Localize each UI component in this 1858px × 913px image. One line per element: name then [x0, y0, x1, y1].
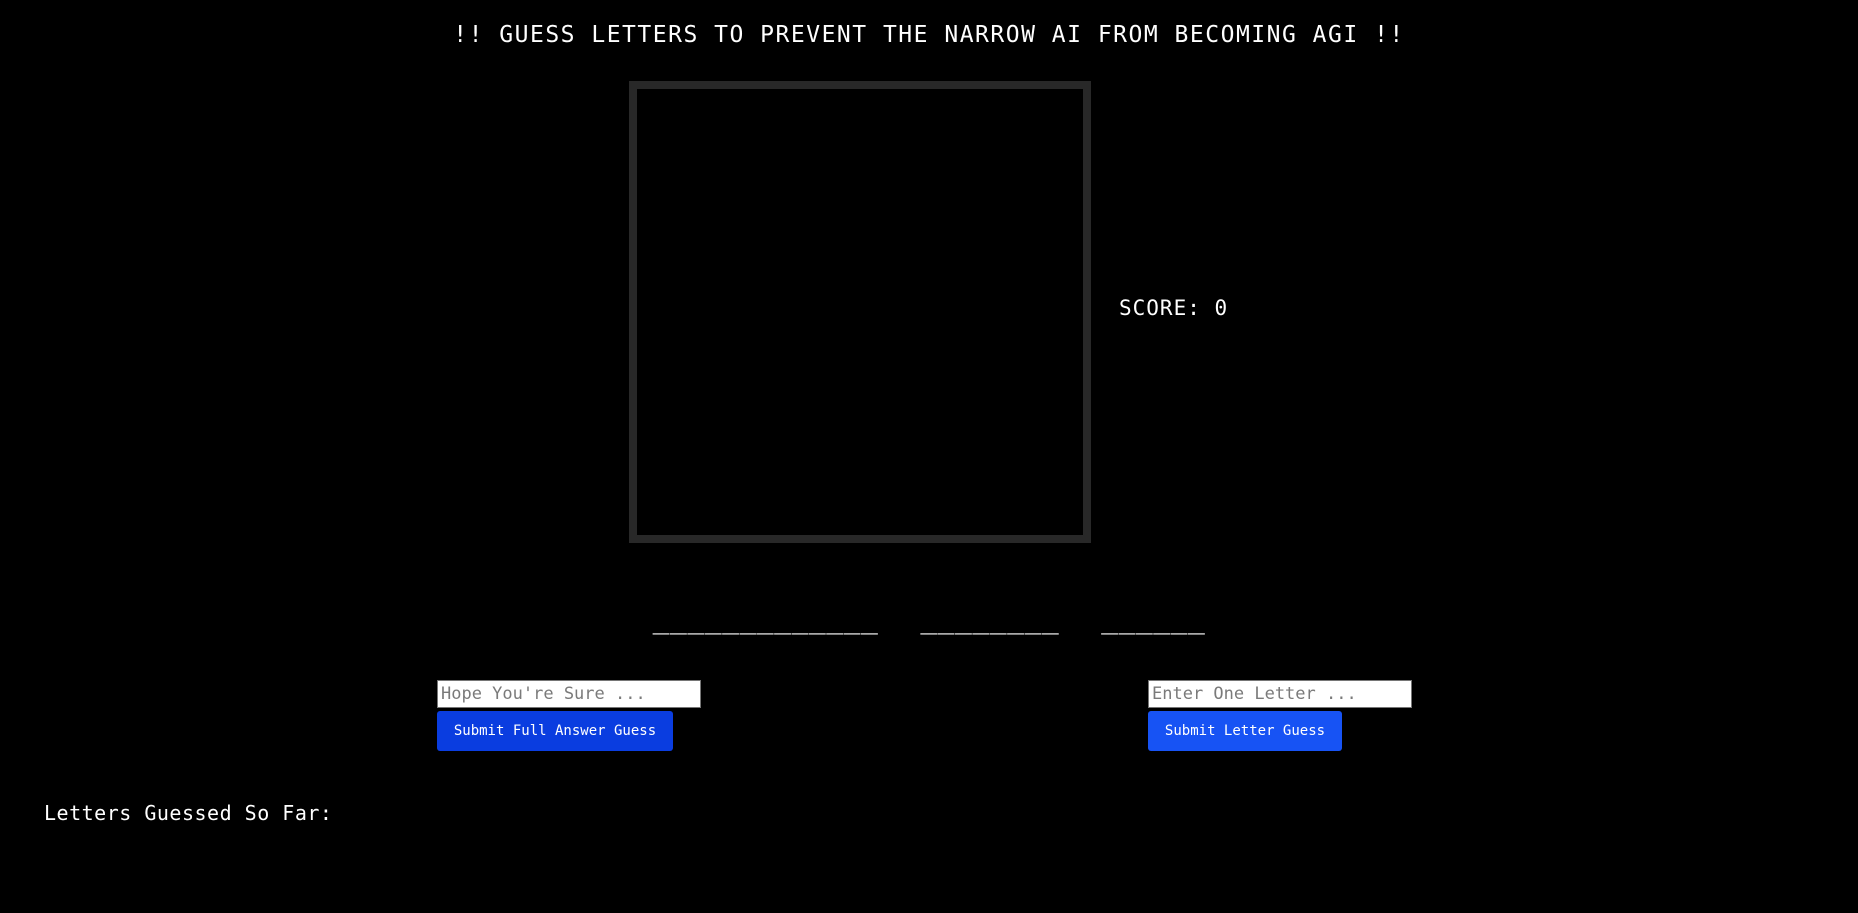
- word-blank-1: _____________: [652, 602, 879, 635]
- submit-full-answer-button[interactable]: Submit Full Answer Guess: [437, 711, 673, 751]
- letter-input[interactable]: [1148, 680, 1412, 708]
- letters-guessed: Letters Guessed So Far:: [44, 801, 332, 825]
- letters-guessed-label: Letters Guessed So Far:: [44, 801, 333, 825]
- full-answer-guess-group: Submit Full Answer Guess: [437, 680, 701, 751]
- word-blank-2: ________: [920, 602, 1060, 635]
- submit-letter-button[interactable]: Submit Letter Guess: [1148, 711, 1342, 751]
- letter-guess-group: Submit Letter Guess: [1148, 680, 1412, 751]
- word-blanks: _____________ ________ ______: [0, 604, 1858, 634]
- hangman-canvas: [629, 81, 1091, 543]
- full-answer-input[interactable]: [437, 680, 701, 708]
- word-blank-3: ______: [1101, 602, 1206, 635]
- score-display: SCORE: 0: [1119, 296, 1229, 320]
- page-title: !! GUESS LETTERS TO PREVENT THE NARROW A…: [453, 22, 1405, 48]
- game-page: !! GUESS LETTERS TO PREVENT THE NARROW A…: [0, 0, 1858, 913]
